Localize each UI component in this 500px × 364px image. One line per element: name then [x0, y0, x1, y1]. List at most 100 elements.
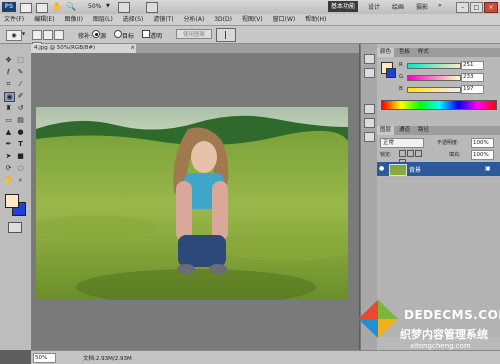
zoom-tool-icon[interactable]: ⌕ [16, 176, 25, 184]
foreground-color-swatch[interactable] [5, 194, 19, 208]
subtract-selection-icon[interactable] [54, 30, 64, 40]
close-tab-icon[interactable]: × [130, 44, 135, 53]
menu-window[interactable]: 窗口(W) [273, 14, 296, 25]
eye-icon[interactable]: ● [379, 165, 387, 172]
fill-label: 填充: [449, 152, 461, 158]
tab-paths[interactable]: 路径 [415, 126, 432, 135]
chevron-down-icon[interactable]: ▼ [22, 31, 25, 36]
lock-transparent-icon[interactable] [399, 150, 406, 157]
green-slider[interactable] [407, 75, 461, 81]
green-value[interactable]: 233 [461, 73, 484, 82]
actions-panel-icon[interactable] [364, 68, 375, 78]
canvas-photo[interactable] [36, 107, 348, 300]
maximize-icon[interactable]: □ [470, 2, 483, 13]
shape-tool-icon[interactable]: ■ [16, 152, 25, 160]
3d-orbit-tool-icon[interactable]: ◌ [16, 164, 25, 172]
blend-mode-select[interactable]: 正常 [380, 138, 424, 148]
lock-position-icon[interactable] [415, 150, 422, 157]
workspace-essentials-button[interactable]: 基本功能 [328, 1, 358, 12]
layer-thumbnail [389, 164, 407, 176]
status-zoom[interactable]: 50% [33, 353, 56, 363]
properties-panel-icon[interactable] [364, 132, 375, 142]
crop-tool-icon[interactable]: ⌗ [4, 80, 13, 88]
adjustments-panel-icon[interactable] [364, 104, 375, 114]
3d-rotate-tool-icon[interactable]: ⟳ [4, 164, 13, 172]
history-panel-icon[interactable] [364, 54, 375, 64]
menu-help[interactable]: 帮助(H) [305, 14, 326, 25]
menu-file[interactable]: 文件(F) [4, 14, 24, 25]
quick-select-tool-icon[interactable]: ✎ [16, 68, 25, 76]
patch-tool-icon[interactable]: ◉ [4, 92, 15, 102]
close-icon[interactable]: × [484, 2, 498, 13]
fill-input[interactable]: 100% [471, 150, 494, 160]
target-radio[interactable] [114, 30, 122, 38]
layer-row[interactable]: ● 背景 ▣ [377, 162, 500, 176]
red-slider[interactable] [407, 63, 461, 69]
blur-tool-icon[interactable]: ▲ [4, 128, 13, 136]
selection-mode-icons[interactable] [32, 30, 72, 52]
add-selection-icon[interactable] [43, 30, 53, 40]
pen-tool-icon[interactable]: ✒ [4, 140, 13, 148]
path-select-tool-icon[interactable]: ➤ [4, 152, 13, 160]
transparent-label: 透明 [150, 33, 163, 40]
move-tool-icon[interactable]: ✥ [4, 56, 13, 64]
menu-layer[interactable]: 图层(L) [93, 14, 113, 25]
menu-image[interactable]: 图像(I) [64, 14, 82, 25]
opacity-input[interactable]: 100% [471, 138, 494, 148]
menu-edit[interactable]: 编辑(E) [34, 14, 54, 25]
use-pattern-button[interactable]: 使用图案 [176, 29, 212, 39]
document-tab[interactable]: 4.jpg @ 50%(RGB/8#) × [31, 44, 139, 53]
workspace-design[interactable]: 设计 [368, 2, 380, 11]
blue-slider[interactable] [407, 87, 461, 93]
arrange-documents-icon[interactable] [118, 2, 130, 13]
ps-logo: PS [2, 2, 16, 12]
patch-tool-preset-icon[interactable]: ◉ [6, 30, 22, 41]
clone-stamp-tool-icon[interactable]: ♜ [4, 104, 13, 112]
pattern-swatch[interactable] [216, 28, 236, 42]
source-radio[interactable] [92, 30, 100, 38]
hand-tool-icon[interactable]: ✋ [4, 176, 13, 184]
new-selection-icon[interactable] [32, 30, 42, 40]
workspace-paint[interactable]: 绘画 [392, 2, 404, 11]
screen-mode-icon[interactable] [146, 2, 158, 13]
gradient-tool-icon[interactable]: ▤ [16, 116, 25, 124]
marquee-tool-icon[interactable]: ⬚ [16, 56, 25, 64]
tab-color[interactable]: 颜色 [377, 48, 395, 57]
menu-select[interactable]: 选择(S) [123, 14, 144, 25]
chevron-down-icon[interactable]: ▼ [106, 3, 110, 9]
launch-bridge-icon[interactable] [20, 3, 32, 13]
menu-filter[interactable]: 滤镜(T) [153, 14, 173, 25]
menu-3d[interactable]: 3D(D) [214, 14, 232, 25]
lock-image-icon[interactable] [407, 150, 414, 157]
type-tool-icon[interactable]: T [16, 140, 25, 148]
more-workspaces-icon[interactable]: » [438, 2, 442, 9]
launch-minibridge-icon[interactable] [36, 3, 48, 13]
transparent-checkbox[interactable] [142, 30, 150, 38]
lock-icons[interactable] [399, 150, 429, 166]
workspace-photo[interactable]: 摄影 [416, 2, 428, 11]
tab-swatches[interactable]: 色板 [396, 48, 413, 57]
eraser-tool-icon[interactable]: ▭ [4, 116, 13, 124]
color-bg-swatch[interactable] [386, 68, 396, 78]
dodge-tool-icon[interactable]: ● [16, 128, 25, 136]
tab-channels[interactable]: 通道 [396, 126, 413, 135]
hand-tool-icon[interactable]: ✋ [52, 2, 62, 11]
zoom-level[interactable]: 50% [88, 3, 101, 10]
layer-name: 背景 [409, 167, 422, 174]
brush-tool-icon[interactable]: ✐ [16, 92, 25, 100]
eyedropper-tool-icon[interactable]: ⁄ [16, 80, 25, 88]
minimize-icon[interactable]: – [456, 2, 469, 13]
menu-view[interactable]: 视图(V) [242, 14, 263, 25]
title-bar: PS ✋ 🔍 50% ▼ 基本功能 设计 绘画 摄影 » – □ × [0, 0, 500, 14]
menu-analysis[interactable]: 分析(A) [184, 14, 205, 25]
masks-panel-icon[interactable] [364, 118, 375, 128]
red-value[interactable]: 251 [461, 61, 484, 70]
lasso-tool-icon[interactable]: ℓ [4, 68, 13, 76]
zoom-tool-icon[interactable]: 🔍 [66, 2, 76, 11]
tab-layers[interactable]: 图层 [377, 126, 395, 135]
quick-mask-icon[interactable] [8, 222, 22, 233]
tab-styles[interactable]: 样式 [415, 48, 432, 57]
color-spectrum-bar[interactable] [381, 100, 497, 110]
blue-value[interactable]: 197 [461, 85, 484, 94]
history-brush-tool-icon[interactable]: ↺ [16, 104, 25, 112]
